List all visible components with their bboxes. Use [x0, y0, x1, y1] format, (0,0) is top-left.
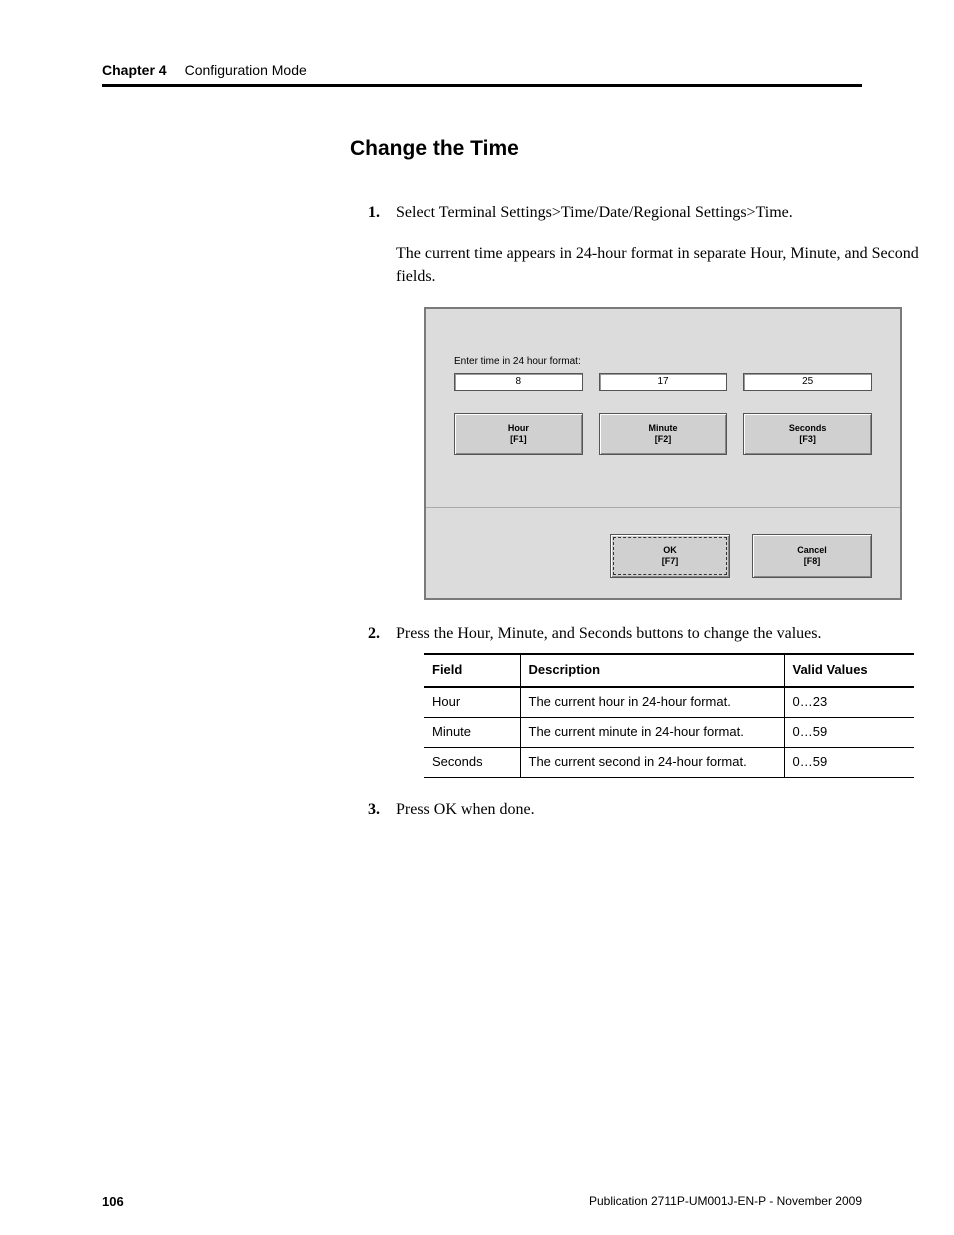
step-3-text: Press OK when done. — [396, 798, 954, 821]
fields-table: Field Description Valid Values Hour The … — [424, 653, 914, 777]
th-desc: Description — [520, 654, 784, 687]
publication-info: Publication 2711P-UM001J-EN-P - November… — [589, 1194, 862, 1209]
seconds-button-key: [F3] — [799, 434, 816, 445]
hour-button[interactable]: Hour [F1] — [454, 413, 583, 455]
cell-field: Seconds — [424, 747, 520, 777]
cancel-button[interactable]: Cancel [F8] — [752, 534, 872, 578]
cell-valid: 0…23 — [784, 687, 914, 717]
chapter-label: Chapter 4 — [102, 62, 167, 78]
minute-button-label: Minute — [649, 423, 678, 434]
step-3: Press OK when done. — [368, 798, 954, 821]
ok-button[interactable]: OK [F7] — [610, 534, 730, 578]
minute-button-key: [F2] — [655, 434, 672, 445]
step-1-para: The current time appears in 24-hour form… — [396, 242, 954, 288]
chapter-title: Configuration Mode — [185, 62, 307, 78]
cell-desc: The current second in 24-hour format. — [520, 747, 784, 777]
seconds-input[interactable]: 25 — [743, 373, 872, 391]
step-1: Select Terminal Settings>Time/Date/Regio… — [368, 201, 954, 600]
ok-button-label: OK — [663, 545, 677, 556]
section-title: Change the Time — [350, 137, 862, 161]
dialog-prompt: Enter time in 24 hour format: — [454, 355, 872, 370]
cell-desc: The current hour in 24-hour format. — [520, 687, 784, 717]
cell-field: Minute — [424, 717, 520, 747]
minute-button[interactable]: Minute [F2] — [599, 413, 728, 455]
cancel-button-key: [F8] — [804, 556, 821, 567]
cell-valid: 0…59 — [784, 747, 914, 777]
hour-input[interactable]: 8 — [454, 373, 583, 391]
step-1-text: Select Terminal Settings>Time/Date/Regio… — [396, 201, 954, 224]
table-row: Minute The current minute in 24-hour for… — [424, 717, 914, 747]
th-field: Field — [424, 654, 520, 687]
seconds-button[interactable]: Seconds [F3] — [743, 413, 872, 455]
table-row: Hour The current hour in 24-hour format.… — [424, 687, 914, 717]
ok-button-key: [F7] — [662, 556, 679, 567]
hour-button-label: Hour — [508, 423, 529, 434]
page-footer: 106 Publication 2711P-UM001J-EN-P - Nove… — [102, 1194, 862, 1209]
cell-field: Hour — [424, 687, 520, 717]
time-dialog: Enter time in 24 hour format: 8 Hour [F1… — [424, 307, 902, 601]
page-number: 106 — [102, 1194, 124, 1209]
page-header: Chapter 4 Configuration Mode — [102, 62, 862, 78]
seconds-button-label: Seconds — [789, 423, 827, 434]
cancel-button-label: Cancel — [797, 545, 827, 556]
table-row: Seconds The current second in 24-hour fo… — [424, 747, 914, 777]
header-rule — [102, 84, 862, 87]
minute-input[interactable]: 17 — [599, 373, 728, 391]
step-2: Press the Hour, Minute, and Seconds butt… — [368, 622, 954, 778]
hour-button-key: [F1] — [510, 434, 527, 445]
th-valid: Valid Values — [784, 654, 914, 687]
step-2-text: Press the Hour, Minute, and Seconds butt… — [396, 622, 954, 645]
table-header-row: Field Description Valid Values — [424, 654, 914, 687]
cell-valid: 0…59 — [784, 717, 914, 747]
cell-desc: The current minute in 24-hour format. — [520, 717, 784, 747]
